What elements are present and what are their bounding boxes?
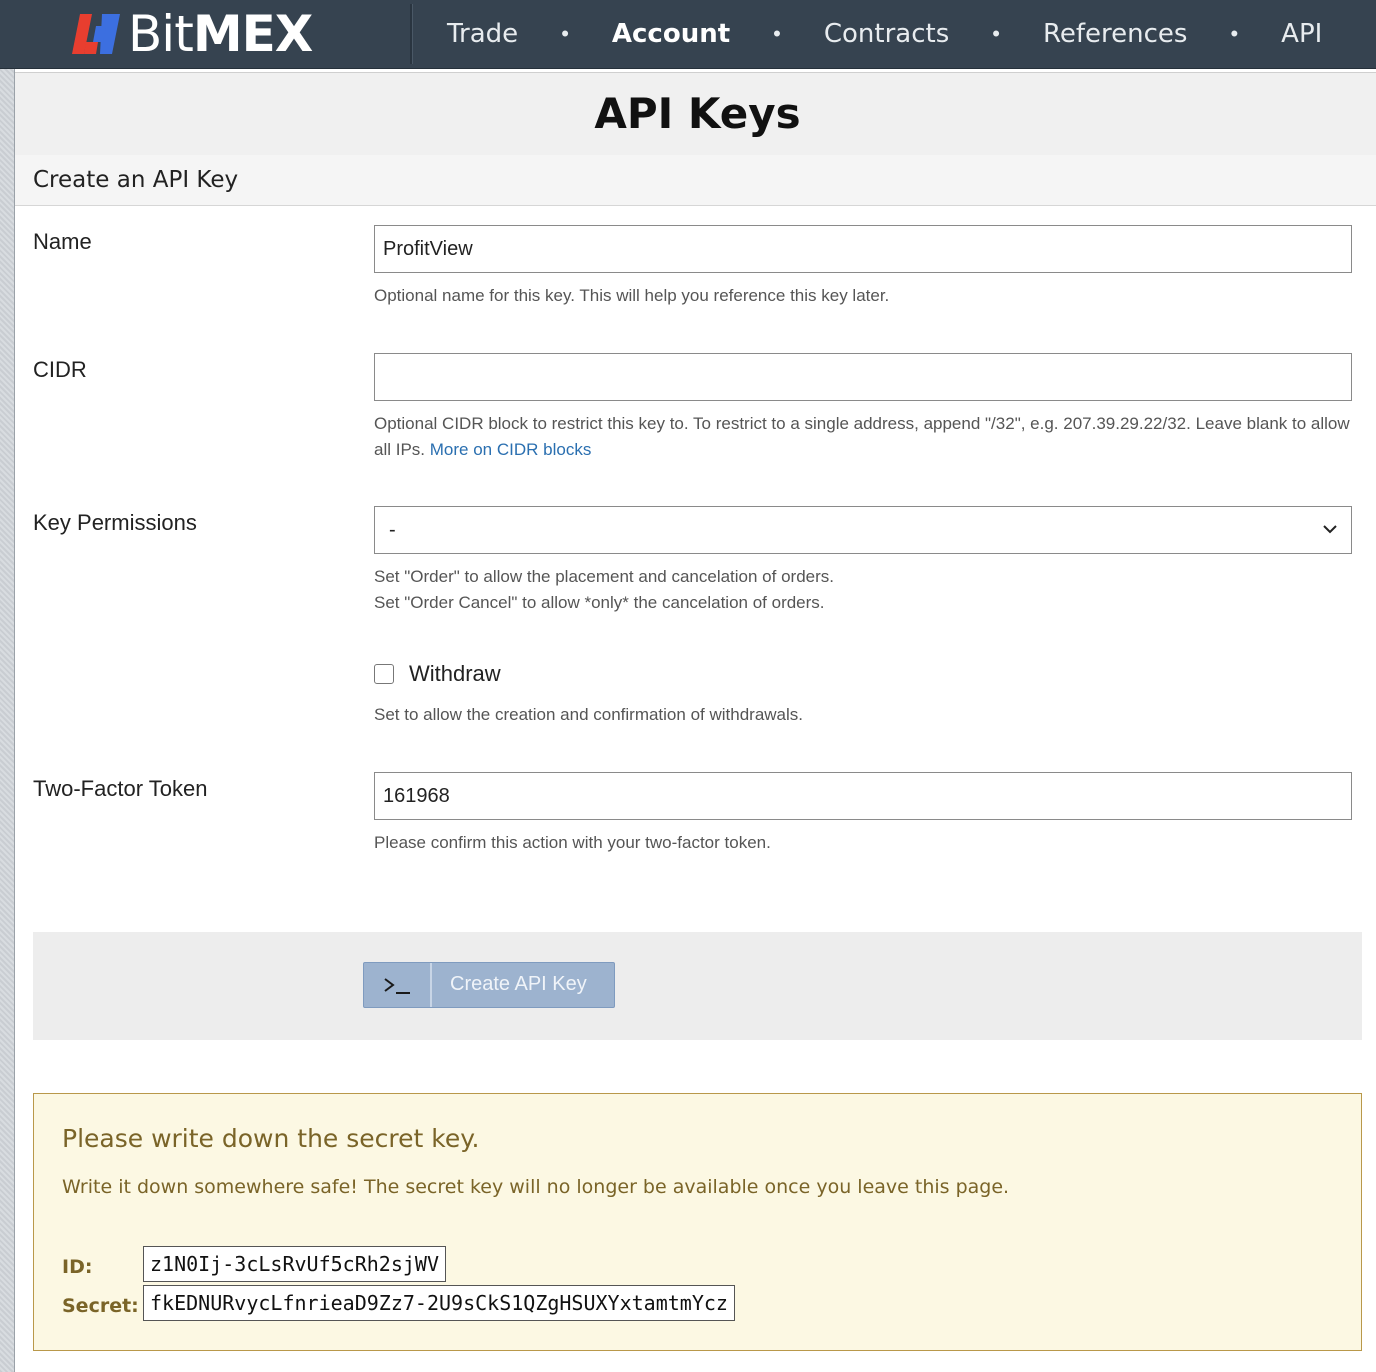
form-action-bar: Create API Key xyxy=(33,932,1362,1040)
api-key-id-label: ID: xyxy=(62,1256,93,1278)
terminal-icon-glyph xyxy=(384,978,410,994)
cidr-label: CIDR xyxy=(33,357,87,382)
api-secret-label: Secret: xyxy=(62,1295,139,1317)
name-help-text: Optional name for this key. This will he… xyxy=(374,286,890,305)
section-header: Create an API Key xyxy=(15,155,1376,206)
nav-divider xyxy=(410,4,413,64)
nav-item-account[interactable]: Account xyxy=(612,19,730,49)
nav-separator: • xyxy=(561,21,569,46)
nav-menu: Trade • Account • Contracts • References… xyxy=(447,0,1322,68)
two-factor-label: Two-Factor Token xyxy=(33,776,208,801)
nav-item-trade[interactable]: Trade xyxy=(447,19,518,49)
key-permissions-help-line-2: Set "Order Cancel" to allow *only* the c… xyxy=(374,593,825,612)
cidr-help-text: Optional CIDR block to restrict this key… xyxy=(374,411,1359,463)
two-factor-input[interactable]: 161968 xyxy=(374,772,1352,820)
section-title: Create an API Key xyxy=(33,167,239,193)
withdraw-help-text: Set to allow the creation and confirmati… xyxy=(374,705,804,724)
key-permissions-select[interactable]: - xyxy=(374,506,1352,554)
bitmex-logo-icon xyxy=(72,14,120,54)
api-key-id-value[interactable]: z1N0Ij-3cLsRvUf5cRh2sjWV xyxy=(143,1246,446,1282)
left-margin-strip xyxy=(0,69,15,1372)
withdraw-checkbox[interactable] xyxy=(374,664,394,684)
create-api-key-button[interactable]: Create API Key xyxy=(363,962,615,1008)
cidr-input[interactable] xyxy=(374,353,1352,401)
top-navbar: BitMEX Trade • Account • Contracts • Ref… xyxy=(0,0,1376,69)
page-title: API Keys xyxy=(594,89,801,138)
key-permissions-selected: - xyxy=(389,519,396,541)
nav-item-contracts[interactable]: Contracts xyxy=(824,19,949,49)
nav-separator: • xyxy=(773,21,781,46)
chevron-down-icon xyxy=(1323,525,1337,534)
main-content: API Keys Create an API Key Name ProfitVi… xyxy=(15,72,1376,1372)
name-input[interactable]: ProfitView xyxy=(374,225,1352,273)
nav-separator: • xyxy=(1230,21,1239,46)
create-api-key-label: Create API Key xyxy=(450,973,587,995)
secret-key-notice: Please write down the secret key. Write … xyxy=(33,1093,1362,1351)
notice-title: Please write down the secret key. xyxy=(62,1124,480,1153)
notice-text: Write it down somewhere safe! The secret… xyxy=(62,1176,1010,1198)
key-permissions-label: Key Permissions xyxy=(33,510,197,535)
api-secret-value[interactable]: fkEDNURvycLfnrieaD9Zz7-2U9sCkS1QZgHSUXYx… xyxy=(143,1285,735,1321)
key-permissions-help-line-1: Set "Order" to allow the placement and c… xyxy=(374,567,834,586)
terminal-icon xyxy=(364,963,432,1007)
two-factor-help-text: Please confirm this action with your two… xyxy=(374,833,771,852)
nav-separator: • xyxy=(992,21,1000,46)
nav-item-references[interactable]: References xyxy=(1043,19,1187,49)
logo-text: BitMEX xyxy=(128,5,313,63)
cidr-blocks-link[interactable]: More on CIDR blocks xyxy=(430,440,592,459)
page-header: API Keys xyxy=(15,72,1376,156)
withdraw-label[interactable]: Withdraw xyxy=(409,661,501,687)
key-permissions-help: Set "Order" to allow the placement and c… xyxy=(374,564,1359,616)
nav-item-api[interactable]: API xyxy=(1281,19,1322,49)
name-label: Name xyxy=(33,229,92,254)
